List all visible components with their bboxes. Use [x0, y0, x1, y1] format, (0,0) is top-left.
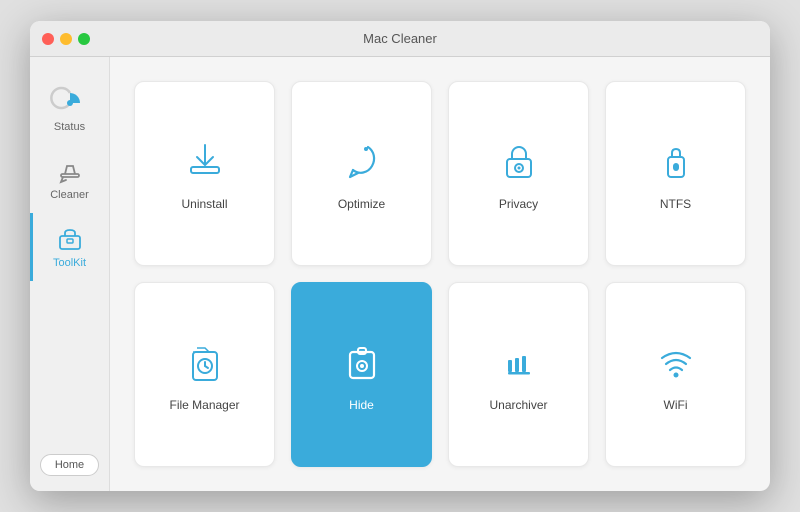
maximize-button[interactable]: [78, 33, 90, 45]
privacy-label: Privacy: [499, 197, 538, 211]
main-content: Status Cleaner: [30, 57, 770, 491]
traffic-lights: [42, 33, 90, 45]
toolkit-label: ToolKit: [53, 257, 86, 269]
toolkit-icon: [56, 225, 84, 253]
tool-card-unarchiver[interactable]: Unarchiver: [448, 282, 589, 467]
ntfs-label: NTFS: [660, 197, 691, 211]
file-manager-icon: [181, 338, 229, 386]
hide-label: Hide: [349, 398, 374, 412]
sidebar-item-status[interactable]: Status: [30, 77, 109, 145]
close-button[interactable]: [42, 33, 54, 45]
cleaner-label: Cleaner: [50, 189, 89, 201]
tool-card-file-manager[interactable]: File Manager: [134, 282, 275, 467]
tool-card-ntfs[interactable]: NTFS: [605, 81, 746, 266]
cleaner-icon: [56, 157, 84, 185]
uninstall-icon: [181, 137, 229, 185]
tool-card-uninstall[interactable]: Uninstall: [134, 81, 275, 266]
status-label: Status: [54, 121, 85, 133]
wifi-icon: [652, 338, 700, 386]
tool-card-wifi[interactable]: WiFi: [605, 282, 746, 467]
file-manager-label: File Manager: [169, 398, 239, 412]
tool-card-optimize[interactable]: Optimize: [291, 81, 432, 266]
optimize-label: Optimize: [338, 197, 385, 211]
unarchiver-icon: [495, 338, 543, 386]
sidebar-item-cleaner[interactable]: Cleaner: [30, 145, 109, 213]
tool-card-privacy[interactable]: Privacy: [448, 81, 589, 266]
content-area: Uninstall Optimize: [110, 57, 770, 491]
sidebar-item-toolkit[interactable]: ToolKit: [30, 213, 109, 281]
ntfs-icon: [652, 137, 700, 185]
status-icon: [56, 89, 84, 117]
minimize-button[interactable]: [60, 33, 72, 45]
window-title: Mac Cleaner: [363, 31, 437, 46]
home-button[interactable]: Home: [40, 454, 99, 476]
privacy-icon: [495, 137, 543, 185]
wifi-label: WiFi: [664, 398, 688, 412]
sidebar: Status Cleaner: [30, 57, 110, 491]
hide-icon: [338, 338, 386, 386]
optimize-icon: [338, 137, 386, 185]
tool-card-hide[interactable]: Hide: [291, 282, 432, 467]
titlebar: Mac Cleaner: [30, 21, 770, 57]
uninstall-label: Uninstall: [181, 197, 227, 211]
app-window: Mac Cleaner Status: [30, 21, 770, 491]
sidebar-bottom: Home: [30, 439, 109, 491]
unarchiver-label: Unarchiver: [489, 398, 547, 412]
